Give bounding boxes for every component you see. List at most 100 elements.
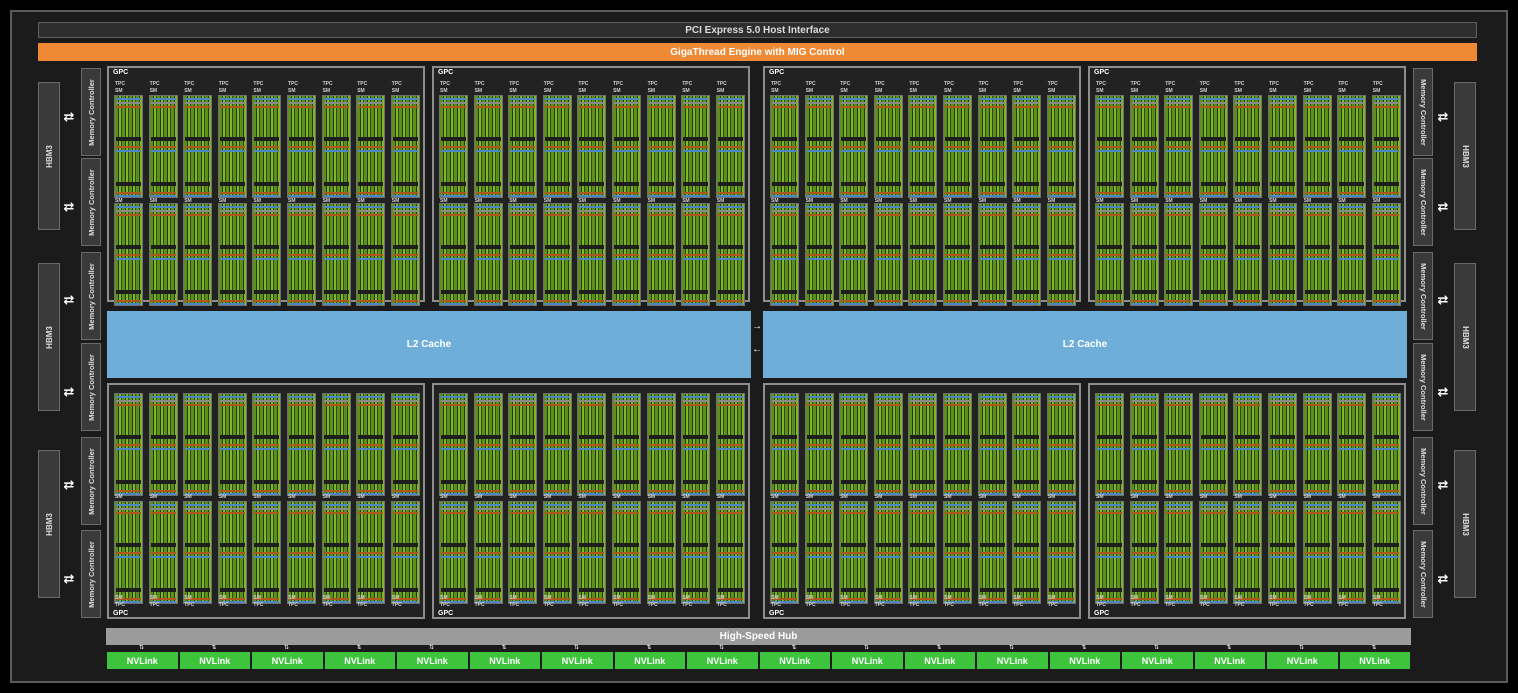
sm-stripe <box>910 102 936 104</box>
sm-stripe <box>1014 303 1040 305</box>
sm-divider <box>510 137 536 141</box>
sm-stripe <box>841 300 867 302</box>
sm-block <box>908 95 938 198</box>
tpc-column: SM SM TPC <box>977 389 1007 610</box>
sm-stripe <box>441 254 466 256</box>
nvlink-arrow-icon: ⇅ <box>1299 645 1305 651</box>
sm-stripe <box>979 448 1005 450</box>
sm-stripe <box>150 106 176 108</box>
sm-divider <box>841 480 867 484</box>
sm-stripe <box>979 258 1005 260</box>
sm-divider <box>979 245 1005 249</box>
sm-label: SM <box>613 595 621 601</box>
sm-stripe <box>1166 98 1192 100</box>
sm-stripe <box>1131 150 1157 152</box>
sm-label: SM <box>647 595 656 601</box>
sm-divider <box>219 245 245 249</box>
sm-stripe <box>289 195 314 197</box>
sm-stripe <box>323 490 349 492</box>
sm-divider <box>806 543 832 547</box>
sm-stripe <box>510 556 536 558</box>
sm-block <box>1233 501 1263 604</box>
sm-divider <box>841 137 867 141</box>
sm-stripe <box>945 556 970 558</box>
sm-stripe <box>875 146 901 148</box>
sm-stripe <box>1373 556 1399 558</box>
sm-stripe <box>1097 512 1122 514</box>
sm-divider <box>1339 435 1365 439</box>
sm-divider <box>806 290 832 294</box>
sm-stripe <box>289 106 314 108</box>
sm-stripe <box>1270 404 1295 406</box>
sm-block <box>839 95 869 198</box>
memory-controller-left: Memory Controller <box>81 437 101 525</box>
sm-stripe <box>116 512 141 514</box>
memory-controller-right: Memory Controller <box>1413 343 1433 431</box>
sm-divider <box>1304 182 1330 186</box>
sm-stripe <box>1339 146 1365 148</box>
tpc-column: TPC SM SM <box>1095 78 1124 306</box>
sm-stripe <box>323 254 349 256</box>
tpc-label: TPC <box>391 81 402 87</box>
sm-divider <box>254 543 280 547</box>
sm-stripe <box>475 146 501 148</box>
sm-stripe <box>979 106 1005 108</box>
sm-divider <box>392 588 418 592</box>
sm-stripe <box>323 150 349 152</box>
sm-stripe <box>1304 490 1330 492</box>
sm-stripe <box>772 214 797 216</box>
sm-divider <box>289 290 314 294</box>
sm-stripe <box>683 490 709 492</box>
tpc-column: TPC SM SM <box>977 78 1007 306</box>
sm-stripe <box>219 448 245 450</box>
sm-divider <box>116 435 141 439</box>
sm-stripe <box>772 195 797 197</box>
sm-stripe <box>1097 210 1122 212</box>
sm-divider <box>441 182 466 186</box>
sm-label: SM <box>771 494 779 500</box>
nvlink-arrow-icon: ⇅ <box>1371 645 1377 651</box>
sm-block <box>681 95 711 198</box>
sm-label: SM <box>218 494 227 500</box>
sm-block <box>1371 95 1401 198</box>
sm-block <box>873 203 903 306</box>
sm-stripe <box>806 400 832 402</box>
sm-stripe <box>544 396 570 398</box>
sm-stripe <box>579 254 605 256</box>
sm-divider <box>544 435 570 439</box>
sm-stripe <box>392 106 418 108</box>
sm-divider <box>358 480 384 484</box>
sm-stripe <box>254 400 280 402</box>
sm-stripe <box>1235 195 1261 197</box>
sm-stripe <box>150 258 176 260</box>
sm-divider <box>510 245 536 249</box>
sm-divider <box>1235 137 1261 141</box>
sm-divider <box>510 480 536 484</box>
sm-stripe <box>1270 504 1295 506</box>
sm-stripe <box>185 192 211 194</box>
sm-stripe <box>544 146 570 148</box>
sm-stripe <box>1200 552 1226 554</box>
tpc-label: TPC <box>115 81 125 87</box>
sm-stripe <box>358 444 384 446</box>
sm-stripe <box>1014 258 1040 260</box>
sm-block <box>390 95 420 198</box>
sm-stripe <box>254 98 280 100</box>
gpc-label: GPC <box>113 69 129 76</box>
sm-divider <box>1304 137 1330 141</box>
sm-stripe <box>772 146 797 148</box>
sm-divider <box>1166 137 1192 141</box>
sm-stripe <box>1048 490 1074 492</box>
nvlink-arrow-icon: ⇅ <box>1226 645 1232 651</box>
sm-stripe <box>1014 146 1040 148</box>
tpc-label: TPC <box>253 602 264 608</box>
sm-block <box>508 393 538 496</box>
sm-stripe <box>254 106 280 108</box>
sm-stripe <box>1200 300 1226 302</box>
tpc-label: TPC <box>1269 602 1279 608</box>
sm-divider <box>475 245 501 249</box>
sm-stripe <box>614 258 639 260</box>
sm-stripe <box>510 400 536 402</box>
sm-stripe <box>441 214 466 216</box>
sm-divider <box>358 543 384 547</box>
